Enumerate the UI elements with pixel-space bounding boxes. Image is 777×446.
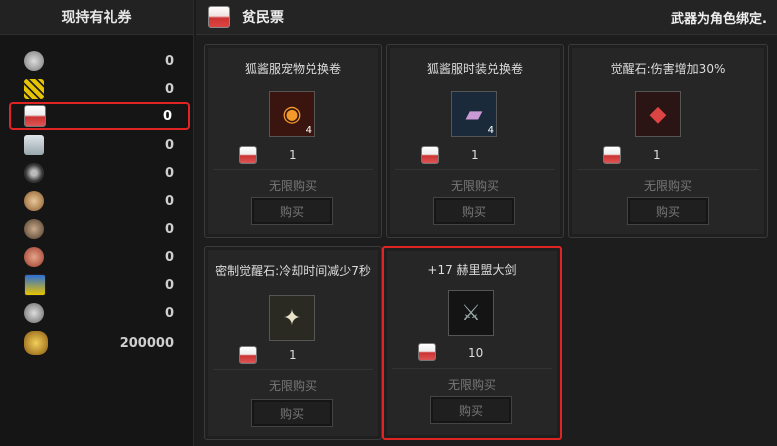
poor-ticket-icon bbox=[208, 6, 230, 28]
item-cost: 1 bbox=[289, 348, 297, 362]
item-name: 狐酱服时装兑换卷 bbox=[426, 62, 523, 76]
cat-coupon-icon[interactable]: ◉ 4 bbox=[269, 91, 315, 137]
item-qty: 4 bbox=[487, 125, 494, 136]
paper-ticket-icon bbox=[24, 135, 44, 155]
shop-title: 贫民票 bbox=[242, 10, 284, 26]
coupon-row[interactable]: 0 bbox=[10, 160, 192, 186]
poor-ticket-icon bbox=[421, 146, 439, 164]
awakening-stone-icon[interactable]: ◆ bbox=[635, 91, 681, 137]
item-cost: 1 bbox=[471, 148, 479, 162]
dark-medal-icon bbox=[24, 219, 44, 239]
coupon-count: 0 bbox=[164, 305, 174, 321]
coupon-row[interactable]: 200000 bbox=[10, 330, 192, 356]
poor-ticket-icon bbox=[24, 105, 46, 127]
binding-note: 武器为角色绑定. bbox=[671, 11, 767, 27]
coupon-count: 0 bbox=[164, 249, 174, 265]
grey-coin-icon bbox=[24, 303, 44, 323]
coupon-row[interactable]: 0 bbox=[10, 272, 192, 298]
shop-panel: 贫民票 武器为角色绑定. 狐酱服宠物兑换卷 ◉ 4 1 无限购买 购买 狐酱服时… bbox=[196, 0, 777, 446]
greatsword-icon[interactable]: ⚔ bbox=[448, 290, 494, 336]
item-name: +17 赫里盟大剑 bbox=[427, 263, 517, 277]
coupon-count: 0 bbox=[164, 165, 174, 181]
coupon-count: 0 bbox=[164, 137, 174, 153]
purchase-limit: 无限购买 bbox=[447, 378, 496, 392]
purchase-limit: 无限购买 bbox=[450, 179, 499, 193]
shop-header: 贫民票 武器为角色绑定. bbox=[196, 0, 777, 35]
coupon-row[interactable]: 0 bbox=[10, 300, 192, 326]
coupon-row[interactable]: 0 bbox=[10, 132, 192, 158]
coupon-row[interactable]: 0 bbox=[10, 48, 192, 74]
shop-item-card: 觉醒石:伤害增加30% ◆ 1 无限购买 购买 bbox=[568, 44, 768, 238]
poor-ticket-icon bbox=[239, 346, 257, 364]
coupon-panel: 现持有礼券 0 0 0 0 0 0 0 0 0 0 200000 bbox=[0, 0, 194, 446]
coupon-row[interactable]: 0 bbox=[10, 244, 192, 270]
blue-card-icon bbox=[24, 274, 46, 296]
coupon-row[interactable]: 0 bbox=[10, 188, 192, 214]
silver-coin-icon bbox=[24, 51, 44, 71]
buy-button[interactable]: 购买 bbox=[433, 197, 515, 225]
coupon-count: 0 bbox=[164, 81, 174, 97]
item-cost: 1 bbox=[653, 148, 661, 162]
purchase-limit: 无限购买 bbox=[268, 179, 317, 193]
coupon-count: 0 bbox=[162, 108, 172, 124]
bomb-coin-icon bbox=[24, 163, 44, 183]
poor-ticket-icon bbox=[239, 146, 257, 164]
item-cost: 1 bbox=[289, 148, 297, 162]
divider bbox=[392, 368, 552, 369]
divider bbox=[213, 369, 373, 370]
shop-item-card-selected: +17 赫里盟大剑 ⚔ 10 无限购买 购买 bbox=[382, 246, 562, 440]
bronze-medal-icon bbox=[24, 191, 44, 211]
copper-coin-icon bbox=[24, 247, 44, 267]
item-name: 狐酱服宠物兑换卷 bbox=[244, 62, 341, 76]
coupon-count: 0 bbox=[164, 193, 174, 209]
coupon-count: 0 bbox=[164, 221, 174, 237]
coupon-row[interactable]: 0 bbox=[10, 216, 192, 242]
secret-stone-icon[interactable]: ✦ bbox=[269, 295, 315, 341]
buy-button[interactable]: 购买 bbox=[251, 399, 333, 427]
purchase-limit: 无限购买 bbox=[643, 179, 692, 193]
shop-item-card: 狐酱服宠物兑换卷 ◉ 4 1 无限购买 购买 bbox=[204, 44, 382, 238]
divider bbox=[395, 169, 555, 170]
purchase-limit: 无限购买 bbox=[268, 379, 317, 393]
poor-ticket-icon bbox=[603, 146, 621, 164]
gold-pouch-icon bbox=[24, 331, 48, 355]
coupon-count: 0 bbox=[164, 277, 174, 293]
coupon-count: 200000 bbox=[119, 335, 174, 351]
coupon-count: 0 bbox=[164, 53, 174, 69]
coupon-row-selected[interactable]: 0 bbox=[9, 102, 190, 130]
buy-button[interactable]: 购买 bbox=[430, 396, 512, 424]
item-cost: 10 bbox=[468, 346, 484, 360]
card-coupon-icon[interactable]: ▰ 4 bbox=[451, 91, 497, 137]
item-name: 密制觉醒石:冷却时间减少7秒 bbox=[215, 264, 371, 278]
buy-button[interactable]: 购买 bbox=[627, 197, 709, 225]
buy-button[interactable]: 购买 bbox=[251, 197, 333, 225]
shop-item-card: 狐酱服时装兑换卷 ▰ 4 1 无限购买 购买 bbox=[386, 44, 564, 238]
shop-item-card: 密制觉醒石:冷却时间减少7秒 ✦ 1 无限购买 购买 bbox=[204, 246, 382, 440]
coupon-row[interactable]: 0 bbox=[10, 76, 192, 102]
divider bbox=[577, 169, 759, 170]
divider bbox=[213, 169, 373, 170]
item-name: 觉醒石:伤害增加30% bbox=[610, 62, 726, 76]
coupon-panel-header: 现持有礼券 bbox=[0, 0, 193, 35]
item-qty: 4 bbox=[305, 125, 312, 136]
poor-ticket-icon bbox=[418, 343, 436, 361]
gold-ticket-icon bbox=[24, 79, 44, 99]
